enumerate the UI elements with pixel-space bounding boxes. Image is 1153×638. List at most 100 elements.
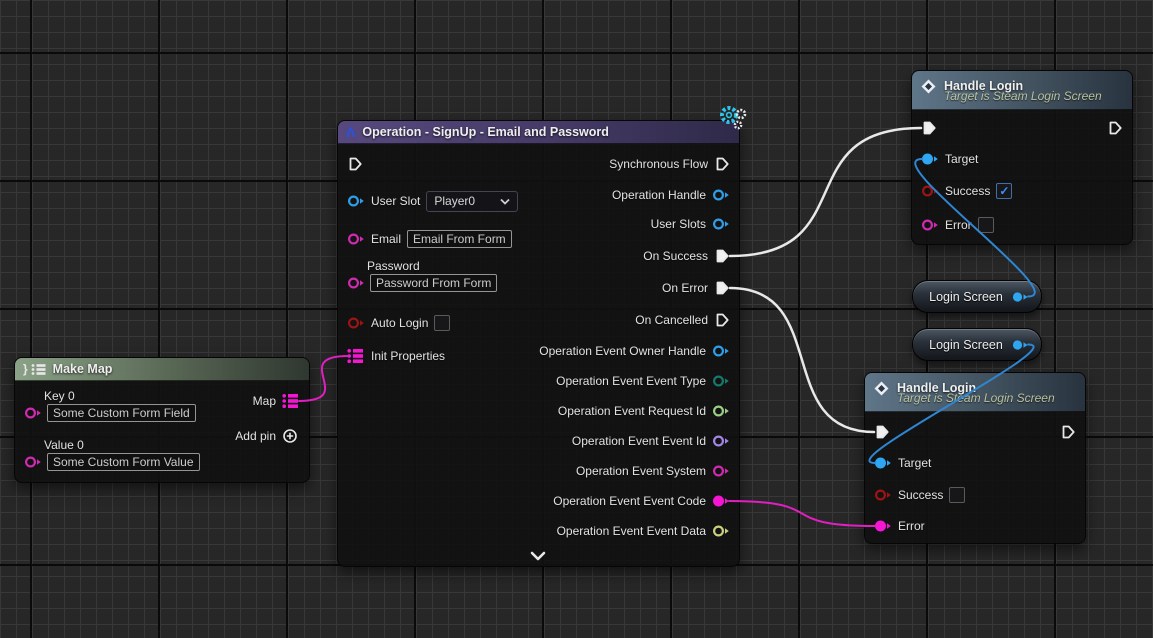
text-input[interactable]: Some Custom Form Field (47, 404, 196, 422)
pin-label: Target (898, 456, 931, 470)
wire-operation-on_success-to-handle_login_1-exec_in[interactable] (730, 128, 921, 256)
node-handle-login-bottom[interactable]: Handle Login Target is Steam Login Scree… (864, 372, 1086, 544)
exec-out-pin[interactable] (1060, 424, 1076, 440)
event-code-pin[interactable] (712, 494, 730, 508)
pin-label: Success (898, 488, 943, 502)
exec-in-pin[interactable] (921, 120, 937, 136)
node-handle-login-header[interactable]: Handle Login Target is Steam Login Scree… (912, 71, 1132, 110)
node-make-map-header[interactable]: } Make Map (15, 358, 309, 381)
text-input[interactable]: Some Custom Form Value (47, 453, 200, 471)
login-screen-output-pin[interactable] (1011, 338, 1029, 351)
function-diamond-icon (920, 78, 937, 95)
pin-row-exec-in (921, 118, 937, 138)
request-id-pin[interactable] (712, 404, 730, 418)
value-0-pin[interactable] (24, 455, 42, 469)
pin-row-exec-out (1060, 422, 1076, 442)
pin-label: Init Properties (371, 349, 445, 363)
exec-out-pin[interactable] (1107, 120, 1123, 136)
pin-label: Operation Handle (612, 188, 706, 202)
checkbox[interactable] (978, 217, 994, 233)
pin-row-on-cancelled: On Cancelled (635, 310, 730, 330)
make-map-icon: } (23, 362, 28, 376)
target-pin[interactable] (921, 152, 939, 166)
wire-operation-on_error-to-handle_login_2-exec_in[interactable] (730, 288, 874, 432)
variable-node-login-screen[interactable]: Login Screen (912, 280, 1042, 313)
pin-row-value-0: Value 0Some Custom Form Value (24, 438, 200, 471)
key-0-pin[interactable] (24, 406, 42, 420)
pin-row-target: Target (874, 453, 931, 473)
text-input[interactable]: Password From Form (370, 274, 497, 292)
node-handle-login-header[interactable]: Handle Login Target is Steam Login Scree… (865, 373, 1085, 412)
pin-row-error: Error (921, 215, 994, 235)
pin-label: Operation Event Event Code (553, 494, 706, 508)
exec-in-pin[interactable] (874, 424, 890, 440)
system-pin[interactable] (712, 464, 730, 478)
sync-flow-pin[interactable] (714, 156, 730, 172)
event-id-pin[interactable] (712, 434, 730, 448)
on-success-pin[interactable] (714, 248, 730, 264)
wire-operation-event_code-to-handle_login_2-error[interactable] (729, 501, 875, 526)
blueprint-graph-canvas[interactable]: Λ Operation - SignUp - Email and Passwor… (0, 0, 1153, 638)
pin-row-success: Success ✓ (921, 181, 1012, 201)
pin-row-request-id: Operation Event Request Id (558, 401, 730, 421)
pin-row-error: Error (874, 516, 925, 536)
init-properties-pin[interactable] (347, 349, 365, 363)
on-error-pin[interactable] (714, 280, 730, 296)
pin-row-exec-in (874, 422, 890, 442)
pin-label: Target (945, 152, 978, 166)
variable-node-login-screen[interactable]: Login Screen (912, 328, 1042, 361)
add-pin-icon[interactable] (282, 429, 300, 443)
pin-row-auto-login: Auto Login (347, 313, 450, 333)
auto-login-pin[interactable] (347, 316, 365, 330)
checkbox[interactable]: ✓ (996, 183, 1012, 199)
node-operation-header[interactable]: Λ Operation - SignUp - Email and Passwor… (338, 121, 739, 144)
text-input[interactable]: Email From Form (407, 230, 512, 248)
node-subtitle: Target is Steam Login Screen (897, 391, 1077, 405)
checkbox[interactable] (434, 315, 450, 331)
on-cancelled-pin[interactable] (714, 312, 730, 328)
owner-handle-pin[interactable] (712, 344, 730, 358)
map-pin[interactable] (282, 394, 300, 408)
pin-label: Operation Event Event Data (557, 524, 706, 538)
email-pin[interactable] (347, 232, 365, 246)
pin-row-target: Target (921, 149, 978, 169)
pin-label: Operation Event Event Id (572, 434, 706, 448)
pin-row-operation-handle: Operation Handle (612, 185, 730, 205)
password-pin[interactable] (347, 276, 365, 290)
checkbox[interactable] (949, 487, 965, 503)
pin-row-map: Map (253, 391, 300, 411)
pin-label: On Success (643, 249, 708, 263)
exec-in-pin[interactable] (347, 156, 363, 172)
pin-row-event-type: Operation Event Event Type (556, 371, 730, 391)
node-handle-login-top[interactable]: Handle Login Target is Steam Login Scree… (911, 70, 1133, 245)
pin-label: Error (945, 218, 972, 232)
pin-row-success: Success (874, 485, 965, 505)
pin-label: User Slots (651, 217, 706, 231)
event-type-pin[interactable] (712, 374, 730, 388)
target-pin[interactable] (874, 456, 892, 470)
node-make-map[interactable]: } Make Map Key 0Some Custom Form Field Va… (14, 357, 310, 483)
pin-label: Error (898, 519, 925, 533)
success-pin[interactable] (921, 184, 939, 198)
operation-handle-pin[interactable] (712, 188, 730, 202)
error-pin[interactable] (874, 519, 892, 533)
pin-label: Synchronous Flow (609, 157, 708, 171)
pin-row-sync-flow: Synchronous Flow (609, 154, 730, 174)
pin-row-system: Operation Event System (576, 461, 730, 481)
user-slot-pin[interactable] (347, 194, 365, 208)
pin-label: Operation Event Request Id (558, 404, 706, 418)
login-screen-output-pin[interactable] (1011, 290, 1029, 303)
user-slot-dropdown[interactable]: Player0 (426, 191, 518, 212)
pin-row-on-error: On Error (662, 278, 730, 298)
pin-row-event-id: Operation Event Event Id (572, 431, 730, 451)
pin-row-key-0: Key 0Some Custom Form Field (24, 389, 196, 422)
success-pin[interactable] (874, 488, 892, 502)
event-data-pin[interactable] (712, 524, 730, 538)
chevron-down-icon[interactable] (530, 551, 546, 561)
error-pin[interactable] (921, 218, 939, 232)
make-map-list-icon (31, 363, 46, 376)
node-operation-signup[interactable]: Λ Operation - SignUp - Email and Passwor… (337, 120, 740, 567)
pin-label: Success (945, 184, 990, 198)
user-slots-pin[interactable] (712, 217, 730, 231)
pin-row-user-slot: User SlotPlayer0 (347, 191, 518, 211)
